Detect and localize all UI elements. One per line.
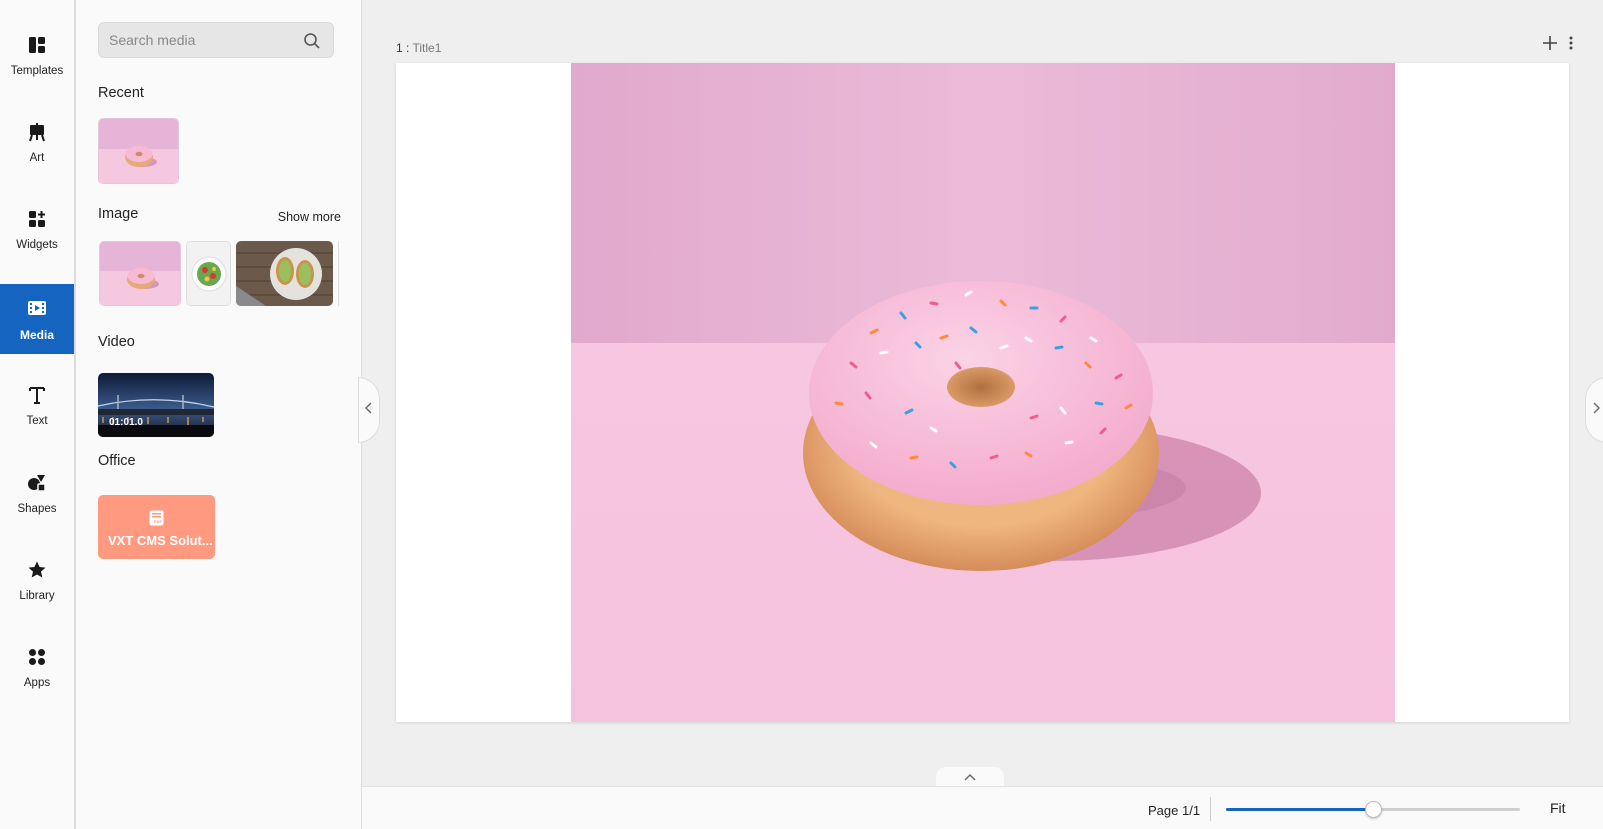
shapes-icon [26,472,48,494]
search-icon[interactable] [303,32,321,50]
show-more-link[interactable]: Show more [278,210,341,224]
zoom-slider-handle[interactable] [1365,801,1382,818]
rail-item-label: Library [19,589,55,602]
chevron-up-icon [964,768,976,786]
prev-page-button[interactable] [358,377,380,443]
rail-item-label: Shapes [17,502,57,515]
office-heading: Office [98,453,136,469]
page-indicator: Page 1/1 [1148,803,1201,818]
left-rail: Templates Art Widgets Media Text Shapes [0,0,76,829]
rail-item-text[interactable]: Text [0,370,74,440]
fit-button[interactable]: Fit [1550,800,1566,816]
slide-canvas[interactable] [396,63,1569,722]
recent-heading: Recent [98,85,144,101]
more-options-icon[interactable] [1569,36,1573,55]
image-donut-thumbnail[interactable] [99,241,181,306]
rail-item-label: Templates [10,64,64,77]
rail-item-label: Media [19,327,54,342]
apps-icon [26,646,48,668]
chevron-left-icon [365,401,373,419]
rail-item-label: Widgets [16,238,58,251]
add-slide-icon[interactable] [1543,36,1557,55]
widgets-icon [26,208,48,230]
art-easel-icon [26,121,48,143]
templates-icon [26,34,48,56]
search-box [98,22,334,58]
donut-photo[interactable] [571,63,1395,722]
slide-actions [1543,36,1573,55]
slide-number: 1 : [396,41,410,55]
star-icon [26,559,48,581]
office-pdf-card[interactable]: PDF VXT CMS Solut... [98,495,215,559]
rail-item-templates[interactable]: Templates [0,20,74,90]
slide-title[interactable]: Title1 [412,41,441,55]
rail-item-apps[interactable]: Apps [0,632,74,702]
video-duration: 01:01.0 [109,417,143,428]
video-heading: Video [98,334,135,350]
rail-item-label: Text [26,414,48,427]
rail-item-shapes[interactable]: Shapes [0,458,74,528]
recent-donut-thumbnail[interactable] [98,118,179,184]
next-page-button[interactable] [1585,377,1603,443]
toolbar-divider [1210,797,1211,821]
rail-item-media[interactable]: Media [0,284,74,354]
zoom-slider[interactable] [1226,801,1520,818]
media-panel: Recent Image Show more [76,0,362,829]
rail-item-widgets[interactable]: Widgets [0,194,74,264]
rail-item-label: Art [29,151,45,164]
search-input[interactable] [109,23,299,57]
rail-item-library[interactable]: Library [0,545,74,615]
pdf-badge: PDF [154,519,162,524]
expand-pages-tab[interactable] [936,767,1004,787]
bottom-toolbar: Page 1/1 Fit [362,786,1603,829]
rail-item-art[interactable]: Art [0,107,74,177]
image-salad-thumbnail[interactable] [186,241,231,306]
media-icon [26,297,48,319]
canvas-area: 1 : Title1 Page 1/1 Fit [358,0,1603,829]
office-file-name: VXT CMS Solut... [108,533,213,548]
image-heading: Image [98,206,139,222]
rail-item-label: Apps [23,676,51,689]
chevron-right-icon [1592,401,1600,419]
zoom-slider-fill [1226,808,1373,811]
video-bridge-thumbnail[interactable]: 01:01.0 [98,373,214,437]
text-icon [26,384,48,406]
image-toast-thumbnail[interactable] [236,241,333,306]
image-scroll-edge [338,241,339,306]
slide-label: 1 : Title1 [396,41,441,55]
